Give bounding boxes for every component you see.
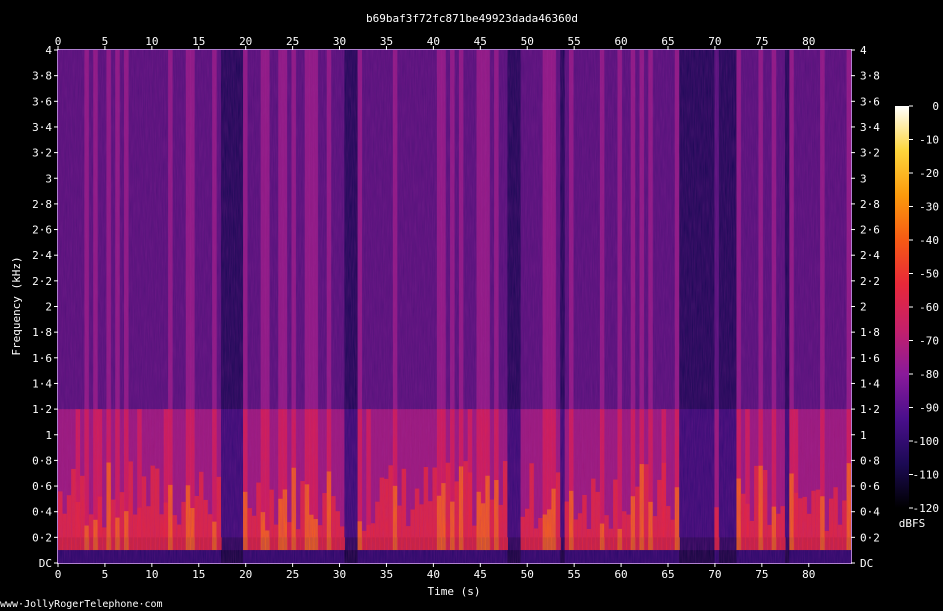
x-tick-label-top: 75 [755,35,768,48]
x-tick-label-bottom: 55 [568,568,581,581]
y-tick-label-right: 2·6 [860,224,880,237]
colorbar-tick-label: 0 [932,100,939,113]
y-tick-label-right: 2·2 [860,275,880,288]
y-tick-label-right: 1·6 [860,352,880,365]
colorbar-label: dBFS [899,517,926,530]
y-tick-label-left: 1 [45,429,52,442]
y-tick-label-left: 3·6 [32,95,52,108]
plot-area [58,50,851,563]
chart-title: b69baf3f72fc871be49923dada46360d [366,12,578,25]
y-tick-label-right: 4 [860,44,867,57]
y-tick-label-left: 3 [45,172,52,185]
y-tick-label-right: 3·2 [860,147,880,160]
x-tick-label-top: 25 [286,35,299,48]
x-tick-label-bottom: 40 [427,568,440,581]
y-tick-label-left: 0·4 [32,506,52,519]
y-tick-label-right: 0·6 [860,480,880,493]
colorbar-tick-label: -80 [919,368,939,381]
noise-texture [58,50,851,563]
y-tick-label-right: 3·4 [860,121,880,134]
colorbar-tick-label: -10 [919,134,939,147]
colorbar-tick-label: -120 [913,502,940,515]
colorbar-tick-label: -40 [919,234,939,247]
colorbar-tick-label: -70 [919,335,939,348]
y-tick-label-left: 0·2 [32,531,52,544]
y-tick-label-right: DC [860,557,873,570]
x-tick-label-bottom: 30 [333,568,346,581]
y-axis-label: Frequency (kHz) [10,256,23,355]
y-tick-label-right: 3·8 [860,70,880,83]
x-tick-label-top: 15 [192,35,205,48]
x-tick-label-top: 5 [102,35,109,48]
spectrogram-chart: b69baf3f72fc871be49923dada46360d 0055101… [0,12,939,610]
y-tick-label-left: 0·6 [32,480,52,493]
x-tick-label-bottom: 0 [55,568,62,581]
x-tick-label-top: 0 [55,35,62,48]
x-tick-label-bottom: 60 [614,568,627,581]
y-tick-label-left: 2·2 [32,275,52,288]
colorbar-tick-label: -50 [919,268,939,281]
x-tick-label-top: 60 [614,35,627,48]
x-tick-label-bottom: 20 [239,568,252,581]
colorbar-tick-label: -110 [913,469,940,482]
x-tick-label-bottom: 75 [755,568,768,581]
x-tick-label-bottom: 25 [286,568,299,581]
y-tick-label-right: 3·6 [860,95,880,108]
footer-credit: www·JollyRogerTelephone·com [0,599,163,610]
x-tick-label-bottom: 50 [521,568,534,581]
x-tick-label-top: 80 [802,35,815,48]
x-tick-label-top: 35 [380,35,393,48]
x-tick-label-bottom: 10 [145,568,158,581]
y-tick-label-left: 1·6 [32,352,52,365]
y-tick-label-left: 0·8 [32,454,52,467]
x-tick-label-top: 20 [239,35,252,48]
y-tick-label-right: 0·8 [860,454,880,467]
y-tick-label-left: 4 [45,44,52,57]
y-tick-label-left: 2·4 [32,249,52,262]
colorbar-tick-label: -100 [913,435,940,448]
x-tick-label-bottom: 70 [708,568,721,581]
colorbar: 0 -10 -20 -30 -40 -50 -60 -70 -80 -90 -100 -110 -120 [895,100,939,515]
x-tick-label-top: 10 [145,35,158,48]
y-tick-label-left: 1·8 [32,326,52,339]
x-tick-label-top: 55 [568,35,581,48]
y-tick-label-right: 1·2 [860,403,880,416]
y-tick-label-right: 2 [860,301,867,314]
x-tick-label-top: 40 [427,35,440,48]
x-tick-label-bottom: 15 [192,568,205,581]
y-tick-label-right: 2·4 [860,249,880,262]
y-tick-label-right: 0·2 [860,531,880,544]
y-tick-label-left: 2·8 [32,198,52,211]
x-tick-label-bottom: 45 [474,568,487,581]
colorbar-tick-label: -60 [919,301,939,314]
y-tick-label-left: 2 [45,301,52,314]
colorbar-tick-label: -90 [919,402,939,415]
y-tick-label-left: 1·4 [32,377,52,390]
y-tick-label-left: 3·8 [32,70,52,83]
colorbar-gradient [895,106,909,508]
colorbar-tick-label: -20 [919,167,939,180]
x-tick-label-top: 30 [333,35,346,48]
y-tick-label-left: DC [39,557,52,570]
y-tick-label-right: 1·8 [860,326,880,339]
x-tick-label-bottom: 80 [802,568,815,581]
x-tick-label-bottom: 65 [661,568,674,581]
x-tick-label-top: 45 [474,35,487,48]
x-tick-label-top: 65 [661,35,674,48]
x-tick-label-top: 70 [708,35,721,48]
colorbar-tick-label: -30 [919,201,939,214]
x-axis-label: Time (s) [428,585,481,598]
x-tick-label-top: 50 [521,35,534,48]
y-tick-label-right: 3 [860,172,867,185]
x-tick-label-bottom: 5 [102,568,109,581]
y-tick-label-left: 3·4 [32,121,52,134]
y-tick-label-right: 1 [860,429,867,442]
y-tick-label-left: 2·6 [32,224,52,237]
x-tick-label-bottom: 35 [380,568,393,581]
y-tick-label-right: 0·4 [860,506,880,519]
y-tick-label-right: 2·8 [860,198,880,211]
y-tick-label-left: 3·2 [32,147,52,160]
y-tick-label-right: 1·4 [860,377,880,390]
y-tick-label-left: 1·2 [32,403,52,416]
